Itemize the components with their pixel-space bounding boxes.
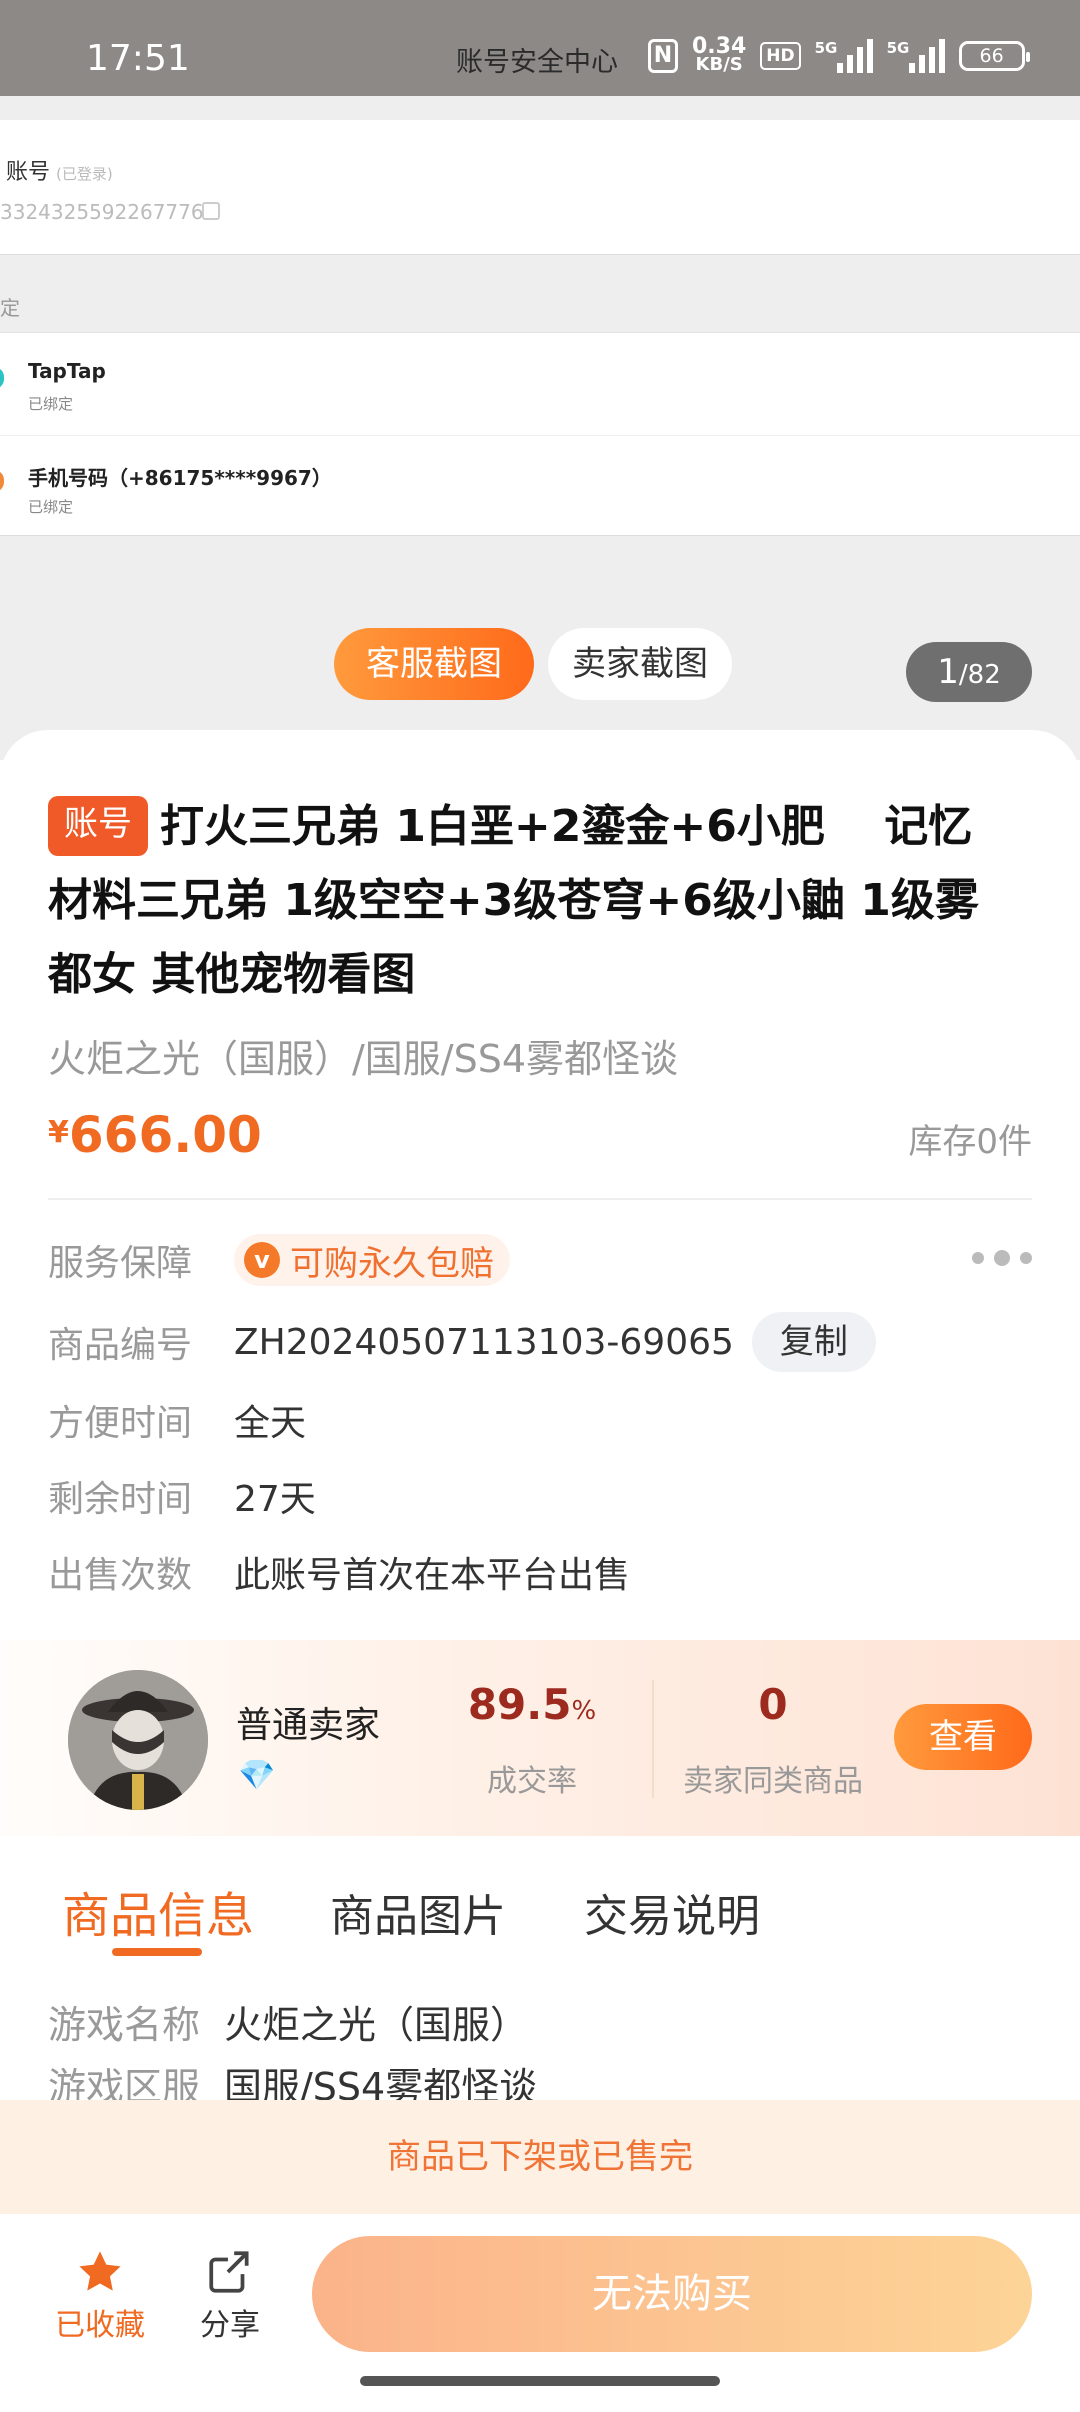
screenshot-binding-list: TapTap 已绑定 手机号码（+86175****9967） 已绑定 [0, 332, 1080, 536]
deal-rate: 89.5% [462, 1680, 602, 1729]
share-label: 分享 [200, 2308, 260, 2343]
account-number: 3324325592267776 [0, 200, 204, 224]
code-label: 商品编号 [48, 1325, 193, 1366]
seller-card[interactable]: 普通卖家 💎 89.5% 成交率 0 卖家同类商品 查看 [0, 1640, 1080, 1836]
view-seller-button[interactable]: 查看 [894, 1704, 1032, 1770]
binding-row-taptap: TapTap 已绑定 [0, 333, 1080, 433]
battery-icon: 66 [958, 41, 1030, 71]
signal-icon-1: 5G [815, 39, 873, 73]
active-tab-indicator [112, 1948, 202, 1956]
status-time: 17:51 [86, 38, 190, 79]
binding-status: 已绑定 [28, 395, 74, 413]
copy-button[interactable]: 复制 [751, 1312, 876, 1372]
deal-rate-value: 89.5 [467, 1680, 572, 1729]
seller-name: 普通卖家 [236, 1705, 381, 1746]
screenshot-account-card: 账号 (已登录) 3324325592267776 [0, 120, 1080, 255]
soldout-notice: 商品已下架或已售完 [0, 2100, 1080, 2214]
time-label: 方便时间 [48, 1403, 193, 1444]
more-icon[interactable] [972, 1250, 1032, 1266]
product-title-text: 打火三兄弟 1白垩+2鎏金+6小肥 记忆材料三兄弟 1级空空+3级苍穹+6级小鼬… [48, 801, 979, 1000]
account-label-text: 账号 [6, 160, 51, 185]
same-items-count: 0 [758, 1680, 788, 1729]
detail-label: 游戏名称 [48, 2003, 201, 2047]
tab-seller-screenshots[interactable]: 卖家截图 [548, 628, 732, 700]
diamond-icon: 💎 [238, 1758, 276, 1793]
tab-product-info[interactable]: 商品信息 [62, 1876, 254, 1946]
stock-count: 库存0件 [908, 1122, 1032, 1162]
code-value: ZH20240507113103-69065 [234, 1321, 734, 1363]
tab-trade-notes[interactable]: 交易说明 [584, 1880, 760, 1944]
status-bar: 17:51 账号安全中心 N 0.34 KB/S HD 5G 5G 66 [0, 0, 1080, 96]
deal-rate-unit: % [571, 1696, 597, 1726]
screenshot-page-title: 账号安全中心 [456, 47, 618, 78]
signal-icon-2: 5G [887, 39, 945, 73]
detail-row-game-name: 游戏名称 火炬之光（国服） [48, 1994, 528, 2049]
available-time-row: 方便时间 全天 [48, 1394, 306, 1446]
time-value: 全天 [234, 1403, 307, 1444]
divider [652, 1680, 654, 1798]
product-subtitle: 火炬之光（国服）/国服/SS4雾都怪谈 [48, 1037, 679, 1081]
favorite-label: 已收藏 [55, 2308, 145, 2343]
avatar-image [68, 1670, 208, 1810]
counter-total: /82 [958, 660, 1001, 690]
hd-icon: HD [760, 42, 801, 70]
buy-button[interactable]: 无法购买 [312, 2236, 1032, 2352]
guarantee-badge[interactable]: v 可购永久包赔 [234, 1234, 510, 1286]
price-amount: 666.00 [68, 1106, 262, 1164]
share-icon [180, 2244, 280, 2300]
counter-current: 1 [937, 652, 959, 692]
product-title: 账号 打火三兄弟 1白垩+2鎏金+6小肥 记忆材料三兄弟 1级空空+3级苍穹+6级… [48, 790, 1008, 1012]
remain-label: 剩余时间 [48, 1479, 193, 1520]
favorite-button[interactable]: 已收藏 [50, 2244, 150, 2344]
account-label: 账号 (已登录) [6, 154, 113, 186]
sales-value: 此账号首次在本平台出售 [234, 1555, 631, 1596]
share-button[interactable]: 分享 [180, 2244, 280, 2344]
remain-value: 27天 [234, 1479, 316, 1520]
product-code-row: 商品编号 ZH20240507113103-69065 复制 [48, 1312, 876, 1372]
divider [48, 1198, 1032, 1200]
nfc-icon: N [648, 39, 678, 73]
image-counter: 1/82 [906, 642, 1032, 702]
tab-product-images[interactable]: 商品图片 [330, 1880, 506, 1944]
binding-name: TapTap [28, 359, 106, 383]
guarantee-text: 可购永久包赔 [290, 1243, 494, 1284]
service-label: 服务保障 [48, 1243, 193, 1284]
binding-row-phone: 手机号码（+86175****9967） 已绑定 [0, 435, 1080, 535]
seller-avatar[interactable] [68, 1670, 208, 1810]
sim2-label: 5G [886, 39, 910, 57]
phone-icon [0, 470, 4, 492]
binding-status: 已绑定 [28, 498, 74, 516]
tab-kefu-screenshots[interactable]: 客服截图 [334, 628, 534, 700]
status-icons: N 0.34 KB/S HD 5G 5G 66 [648, 36, 1030, 75]
sales-count-row: 出售次数 此账号首次在本平台出售 [48, 1546, 630, 1598]
bind-section-label: 定 [0, 296, 20, 320]
star-icon [50, 2244, 150, 2300]
remaining-time-row: 剩余时间 27天 [48, 1470, 316, 1522]
service-guarantee-row[interactable]: 服务保障 v 可购永久包赔 [48, 1234, 510, 1286]
sales-label: 出售次数 [48, 1555, 193, 1596]
account-sub: (已登录) [56, 165, 113, 183]
detail-tabs: 商品信息 商品图片 交易说明 [0, 1870, 1080, 1960]
network-speed: 0.34 KB/S [692, 36, 746, 75]
sim1-label: 5G [814, 39, 838, 57]
speed-unit: KB/S [695, 54, 743, 75]
copy-icon [202, 202, 220, 220]
binding-name: 手机号码（+86175****9967） [28, 466, 332, 490]
home-indicator [360, 2376, 720, 2386]
screenshot-gallery[interactable]: 17:51 账号安全中心 N 0.34 KB/S HD 5G 5G 66 账号 (… [0, 0, 1080, 760]
currency-symbol: ¥ [48, 1115, 69, 1150]
guarantee-icon: v [244, 1242, 280, 1278]
detail-value: 火炬之光（国服） [224, 2003, 529, 2047]
product-price: ¥666.00 [48, 1106, 262, 1164]
deal-rate-label: 成交率 [487, 1764, 577, 1799]
taptap-icon [0, 367, 4, 389]
product-detail-sheet: 账号 打火三兄弟 1白垩+2鎏金+6小肥 记忆材料三兄弟 1级空空+3级苍穹+6级… [0, 730, 1080, 2412]
account-tag: 账号 [48, 796, 148, 856]
same-items-label: 卖家同类商品 [683, 1764, 863, 1799]
